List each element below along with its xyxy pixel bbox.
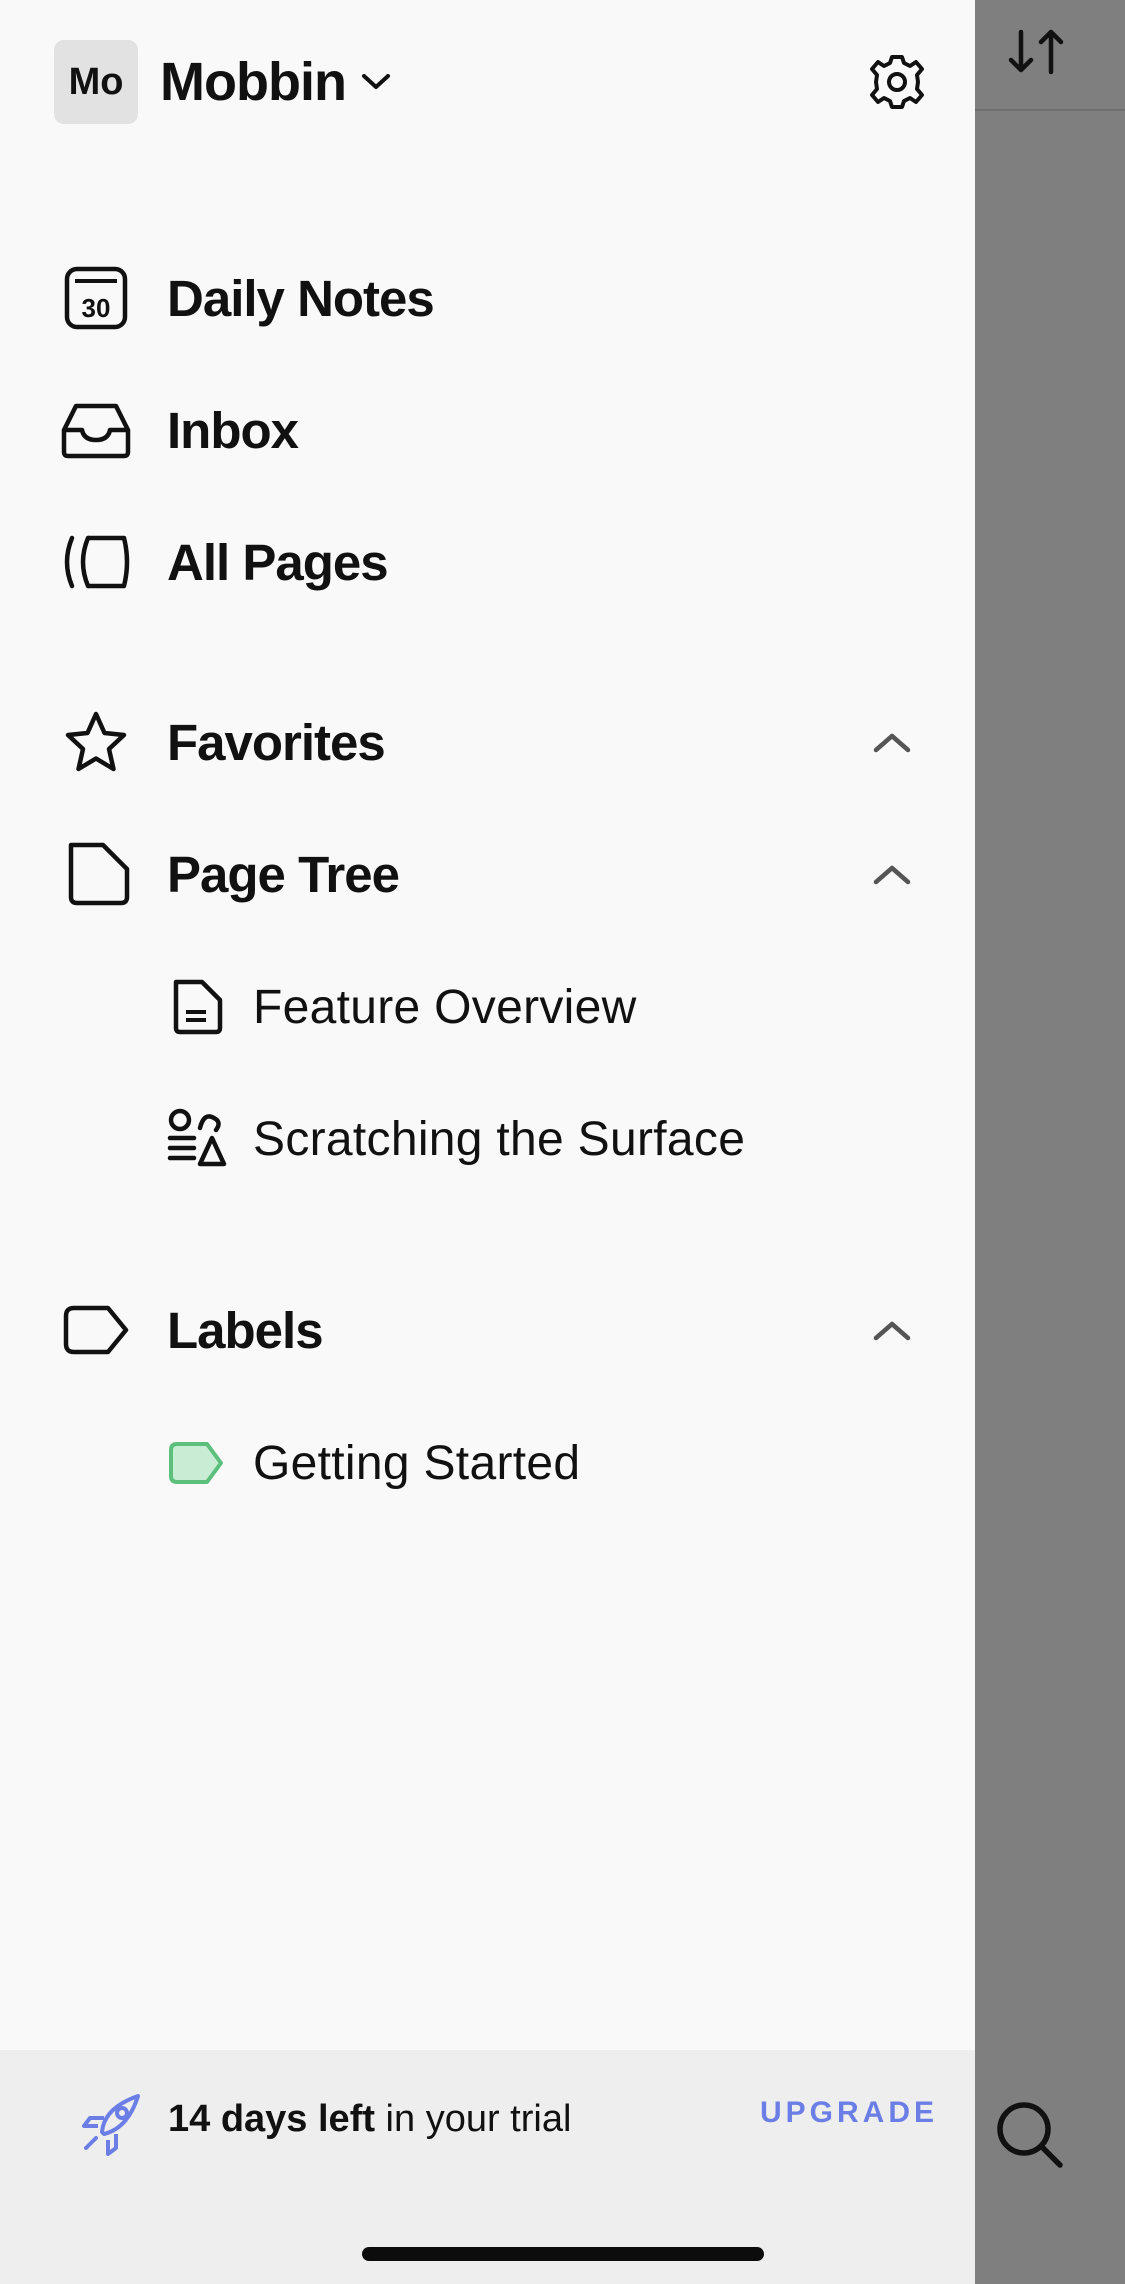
rocket-icon [82, 2094, 140, 2156]
gear-icon[interactable] [862, 52, 932, 112]
trial-status-text: 14 days left in your trial [168, 2098, 571, 2141]
label-item-label: Getting Started [253, 1436, 581, 1490]
section-header-labels[interactable]: Labels [0, 1275, 975, 1385]
underlying-toolbar [975, 0, 1125, 111]
workspace-switcher[interactable]: Mobbin [160, 46, 392, 118]
nav-item-daily-notes[interactable]: 30 Daily Notes [0, 243, 975, 353]
section-label-labels: Labels [167, 1301, 324, 1359]
label-icon [56, 1290, 136, 1370]
label-tag-icon [164, 1430, 230, 1496]
chevron-up-icon[interactable] [866, 722, 918, 762]
workspace-avatar[interactable]: Mo [54, 40, 138, 124]
shapes-icon [164, 1106, 230, 1172]
upgrade-button[interactable]: UPGRADE [760, 2096, 938, 2130]
svg-text:30: 30 [82, 293, 111, 323]
nav-label-all-pages: All Pages [167, 533, 389, 591]
nav-label-inbox: Inbox [167, 401, 299, 459]
inbox-icon [56, 390, 136, 470]
page-tree-item-label: Feature Overview [253, 980, 637, 1034]
label-item[interactable]: Getting Started [0, 1408, 975, 1518]
dim-overlay[interactable] [975, 0, 1125, 2284]
pages-icon [56, 522, 136, 602]
page-icon [56, 834, 136, 914]
star-icon [56, 702, 136, 782]
chevron-up-icon[interactable] [866, 854, 918, 894]
section-header-favorites[interactable]: Favorites [0, 687, 975, 797]
nav-item-inbox[interactable]: Inbox [0, 375, 975, 485]
section-label-favorites: Favorites [167, 713, 386, 771]
search-icon[interactable] [990, 2095, 1070, 2175]
section-header-page-tree[interactable]: Page Tree [0, 819, 975, 929]
chevron-up-icon[interactable] [866, 1310, 918, 1350]
sort-icon[interactable] [1003, 22, 1073, 82]
nav-label-daily-notes: Daily Notes [167, 269, 435, 327]
page-tree-item[interactable]: Scratching the Surface [0, 1084, 975, 1194]
sidebar-drawer: Mo Mobbin 30 Daily Notes Inbox All Pages… [0, 0, 975, 2284]
page-tree-item[interactable]: Feature Overview [0, 952, 975, 1062]
workspace-name: Mobbin [160, 52, 347, 112]
nav-item-all-pages[interactable]: All Pages [0, 507, 975, 617]
document-icon [164, 974, 230, 1040]
calendar-icon: 30 [56, 258, 136, 338]
home-indicator [362, 2247, 764, 2261]
chevron-down-icon [361, 74, 390, 89]
trial-suffix: in your trial [375, 2098, 572, 2140]
page-tree-item-label: Scratching the Surface [253, 1112, 746, 1166]
section-label-page-tree: Page Tree [167, 845, 400, 903]
trial-days-left: 14 days left [168, 2098, 375, 2140]
